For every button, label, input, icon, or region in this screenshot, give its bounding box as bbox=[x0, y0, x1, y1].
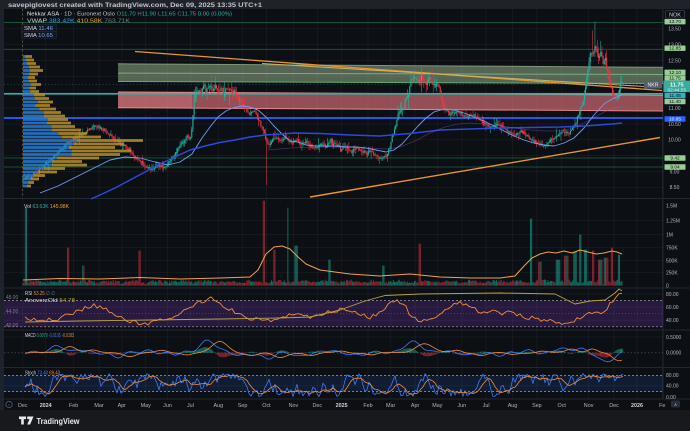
svg-text:Jul: Jul bbox=[483, 403, 490, 409]
svg-text:May: May bbox=[432, 403, 442, 409]
svg-text:Oct: Oct bbox=[262, 403, 271, 409]
svg-text:8.50: 8.50 bbox=[670, 185, 680, 191]
svg-text:Dec: Dec bbox=[18, 403, 28, 409]
svg-text:NKR: NKR bbox=[648, 83, 659, 89]
svg-text:Stoch 73.40 69.43: Stoch 73.40 69.43 bbox=[25, 371, 60, 377]
svg-text:2024: 2024 bbox=[40, 403, 52, 409]
svg-text:9.04: 9.04 bbox=[670, 165, 680, 171]
svg-text:Nov: Nov bbox=[584, 403, 594, 409]
svg-text:1.25M: 1.25M bbox=[666, 218, 680, 224]
svg-text:1M: 1M bbox=[666, 232, 673, 238]
svg-text:NOK: NOK bbox=[669, 12, 681, 18]
svg-text:500K: 500K bbox=[666, 259, 678, 265]
svg-text:9.42: 9.42 bbox=[670, 156, 680, 162]
svg-text:80.00: 80.00 bbox=[666, 373, 679, 379]
svg-text:0.5000: 0.5000 bbox=[666, 335, 682, 341]
svg-text:Aug: Aug bbox=[214, 403, 224, 409]
svg-text:0.0000: 0.0000 bbox=[666, 351, 682, 357]
svg-text:Nov: Nov bbox=[289, 403, 299, 409]
svg-text:Jun: Jun bbox=[457, 403, 466, 409]
svg-text:10.65: 10.65 bbox=[669, 117, 681, 123]
svg-text:11.00: 11.00 bbox=[668, 106, 680, 112]
svg-text:RSI 53.25 ∅ ∅: RSI 53.25 ∅ ∅ bbox=[25, 291, 55, 297]
svg-text:SMA 10.65: SMA 10.65 bbox=[24, 33, 53, 39]
svg-text:10.50: 10.50 bbox=[668, 122, 681, 128]
svg-text:10.00: 10.00 bbox=[668, 138, 681, 144]
svg-text:750K: 750K bbox=[666, 246, 678, 252]
svg-text:MACD 0.0079 -0.0105 -0.0183: MACD 0.0079 -0.0105 -0.0183 bbox=[25, 333, 74, 339]
svg-text:Fe: Fe bbox=[659, 403, 665, 409]
svg-text:0.00: 0.00 bbox=[666, 395, 676, 401]
svg-text:40.00: 40.00 bbox=[6, 323, 19, 329]
svg-text:Apr: Apr bbox=[118, 403, 127, 409]
svg-text:1.5M: 1.5M bbox=[666, 204, 677, 210]
svg-text:SMA 11.46: SMA 11.46 bbox=[24, 26, 53, 32]
svg-text:40.00: 40.00 bbox=[666, 384, 679, 390]
svg-text:250K: 250K bbox=[666, 271, 678, 277]
svg-text:12.50: 12.50 bbox=[668, 58, 681, 64]
svg-text:Sep: Sep bbox=[238, 403, 248, 409]
svg-text:VWAP 383.42K 410.58K 763.71K: VWAP 383.42K 410.58K 763.71K bbox=[27, 18, 130, 24]
svg-text:Nekkar ASA · 1D · Euronext Osl: Nekkar ASA · 1D · Euronext Oslo O11.70 H… bbox=[27, 11, 232, 17]
svg-text:Mar: Mar bbox=[386, 403, 395, 409]
svg-text:Feb: Feb bbox=[363, 403, 372, 409]
svg-text:80.00: 80.00 bbox=[666, 292, 679, 298]
svg-text:Feb: Feb bbox=[69, 403, 78, 409]
svg-text:60.00: 60.00 bbox=[666, 305, 679, 311]
svg-text:02:44:55: 02:44:55 bbox=[667, 87, 686, 93]
svg-text:13.50: 13.50 bbox=[668, 27, 681, 33]
svg-text:Aug: Aug bbox=[508, 403, 518, 409]
svg-text:12.85: 12.85 bbox=[669, 46, 681, 52]
svg-text:11.45: 11.45 bbox=[669, 93, 681, 99]
svg-text:Apr: Apr bbox=[411, 403, 420, 409]
svg-text:40.00: 40.00 bbox=[666, 318, 679, 324]
svg-text:Dec: Dec bbox=[313, 403, 323, 409]
svg-text:2025: 2025 bbox=[336, 403, 348, 409]
svg-text:May: May bbox=[141, 403, 151, 409]
svg-text:savepiglovest created with Tra: savepiglovest created with TradingView.c… bbox=[8, 2, 263, 9]
svg-text:Oct: Oct bbox=[558, 403, 567, 409]
svg-text:0: 0 bbox=[666, 284, 669, 290]
svg-text:13.70: 13.70 bbox=[669, 19, 681, 25]
svg-text:48.00: 48.00 bbox=[6, 295, 19, 301]
svg-text:TradingView: TradingView bbox=[37, 417, 81, 426]
svg-text:Jun: Jun bbox=[163, 403, 172, 409]
svg-text:Vol 63.63K 145.98K: Vol 63.63K 145.98K bbox=[24, 204, 69, 210]
svg-text:44.00: 44.00 bbox=[6, 309, 19, 315]
svg-text:11.40: 11.40 bbox=[669, 99, 681, 105]
svg-text:AnoverzOld 54.78: AnoverzOld 54.78 bbox=[25, 298, 75, 304]
svg-text:2026: 2026 bbox=[631, 403, 643, 409]
svg-text:Mar: Mar bbox=[94, 403, 103, 409]
svg-text:12.10: 12.10 bbox=[669, 70, 681, 76]
svg-text:Sep: Sep bbox=[532, 403, 542, 409]
svg-text:Jul: Jul bbox=[187, 403, 194, 409]
svg-text:Dec: Dec bbox=[609, 403, 619, 409]
